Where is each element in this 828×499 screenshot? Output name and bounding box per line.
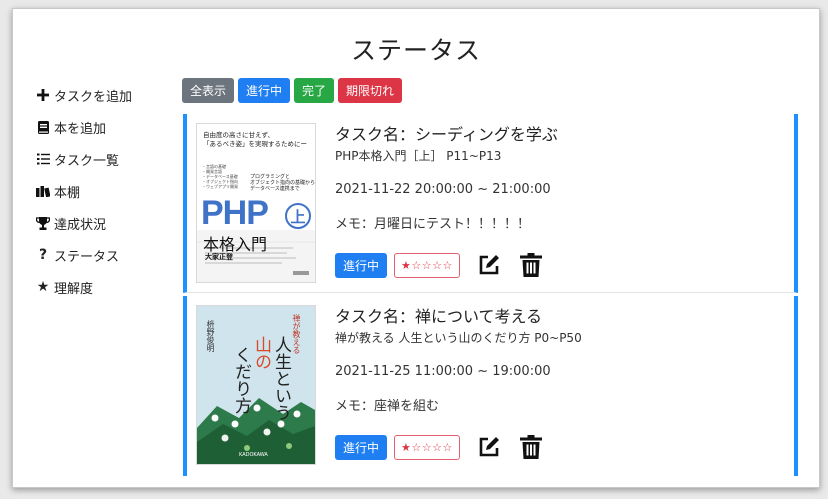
task-name: タスク名：禅について考える bbox=[335, 307, 543, 326]
trash-icon[interactable] bbox=[518, 434, 544, 460]
cover-upper-kanji: 上 bbox=[285, 203, 311, 229]
cover-author: 大家正登 bbox=[205, 253, 233, 261]
cover-php-logo: PHP bbox=[201, 194, 269, 232]
rating-stars-button[interactable]: ★☆☆☆☆ bbox=[394, 434, 460, 460]
status-filter-bar: 全表示 進行中 完了 期限切れ bbox=[182, 78, 403, 103]
trophy-icon bbox=[35, 216, 51, 230]
star-icon: ★ bbox=[36, 279, 50, 295]
task-time: 2021-11-22 20:00:00 ~ 21:00:00 bbox=[335, 182, 551, 197]
filter-all-button[interactable]: 全表示 bbox=[182, 78, 235, 103]
cover-author: 枡野俊明 bbox=[206, 320, 215, 352]
task-name: タスク名：シーディングを学ぶ bbox=[335, 125, 558, 144]
sidebar-item-label: ステータス bbox=[54, 249, 120, 265]
bookshelf-icon bbox=[35, 185, 51, 197]
cover-publisher: KADOKAWA bbox=[239, 452, 268, 458]
sidebar-item-label: 本棚 bbox=[54, 185, 81, 201]
filter-done-button[interactable]: 完了 bbox=[294, 78, 335, 103]
sidebar-item-label: 達成状況 bbox=[54, 217, 107, 233]
trash-icon[interactable] bbox=[518, 252, 544, 278]
sidebar-item-label: タスク一覧 bbox=[54, 153, 120, 169]
status-badge-button[interactable]: 進行中 bbox=[335, 252, 388, 278]
book-cover-image: 禅が教える 人生という 山の くだり方 枡野俊明 KADOKAWA bbox=[196, 305, 316, 465]
sidebar-item-understanding[interactable]: ★ 理解度 bbox=[35, 271, 175, 303]
filter-in-progress-button[interactable]: 進行中 bbox=[238, 78, 291, 103]
edit-icon[interactable] bbox=[476, 434, 502, 460]
sidebar: タスクを追加 本を追加 タスク一覧 本棚 達成状況 ? ステータス ★ 理解度 bbox=[35, 79, 175, 303]
sidebar-item-add-task[interactable]: タスクを追加 bbox=[35, 79, 175, 111]
task-actions: 進行中 ★☆☆☆☆ bbox=[335, 434, 544, 460]
task-memo: メモ：座禅を組む bbox=[335, 399, 440, 414]
sidebar-item-achievement[interactable]: 達成状況 bbox=[35, 207, 175, 239]
task-memo: メモ：月曜日にテスト！！！！！ bbox=[335, 217, 531, 232]
task-info: タスク名：禅について考える 禅が教える 人生という山のくだり方 P0~P50 2… bbox=[335, 303, 785, 414]
book-icon bbox=[35, 120, 51, 134]
cover-title-part-c: くだり方 bbox=[231, 346, 251, 414]
sidebar-item-label: 本を追加 bbox=[54, 121, 107, 137]
question-icon: ? bbox=[38, 247, 48, 263]
edit-icon[interactable] bbox=[476, 252, 502, 278]
cover-top-line-2: 「あるべき姿」を実現するためにー bbox=[203, 140, 307, 148]
task-book: PHP本格入門［上］ P11~P13 bbox=[335, 149, 502, 163]
task-actions: 進行中 ★☆☆☆☆ bbox=[335, 252, 544, 278]
task-info: タスク名：シーディングを学ぶ PHP本格入門［上］ P11~P13 2021-1… bbox=[335, 121, 785, 232]
task-book: 禅が教える 人生という山のくだり方 P0~P50 bbox=[335, 331, 582, 345]
sidebar-item-add-book[interactable]: 本を追加 bbox=[35, 111, 175, 143]
sidebar-item-bookshelf[interactable]: 本棚 bbox=[35, 175, 175, 207]
sidebar-item-label: 理解度 bbox=[54, 281, 94, 297]
plus-icon bbox=[35, 89, 51, 101]
task-card: 禅が教える 人生という 山の くだり方 枡野俊明 KADOKAWA タスク名：禅… bbox=[183, 296, 798, 476]
status-badge-button[interactable]: 進行中 bbox=[335, 434, 388, 460]
book-cover-image: 自由度の高さに甘えず、 「あるべき姿」を実現するためにー ・言語の基礎 ・開発言… bbox=[196, 123, 316, 283]
page-title: ステータス bbox=[350, 36, 481, 65]
filter-expired-button[interactable]: 期限切れ bbox=[338, 78, 403, 103]
task-card: 自由度の高さに甘えず、 「あるべき姿」を実現するためにー ・言語の基礎 ・開発言… bbox=[183, 114, 798, 293]
list-icon bbox=[35, 153, 51, 165]
sidebar-item-task-list[interactable]: タスク一覧 bbox=[35, 143, 175, 175]
cover-small-left: ・言語の基礎 ・開発言語 ・データベース基礎 ・オブジェクト指向 ・ウェブアプリ… bbox=[202, 164, 238, 189]
sidebar-item-label: タスクを追加 bbox=[54, 89, 133, 105]
task-time: 2021-11-25 11:00:00 ~ 19:00:00 bbox=[335, 364, 551, 379]
cover-small-right: プログラミングと オブジェクト指向の基礎から データベース連携まで bbox=[250, 174, 316, 192]
sidebar-item-status[interactable]: ? ステータス bbox=[35, 239, 175, 271]
app-window: ステータス タスクを追加 本を追加 タスク一覧 本棚 達成状況 ? ステータス … bbox=[12, 8, 820, 488]
rating-stars-button[interactable]: ★☆☆☆☆ bbox=[394, 252, 460, 278]
